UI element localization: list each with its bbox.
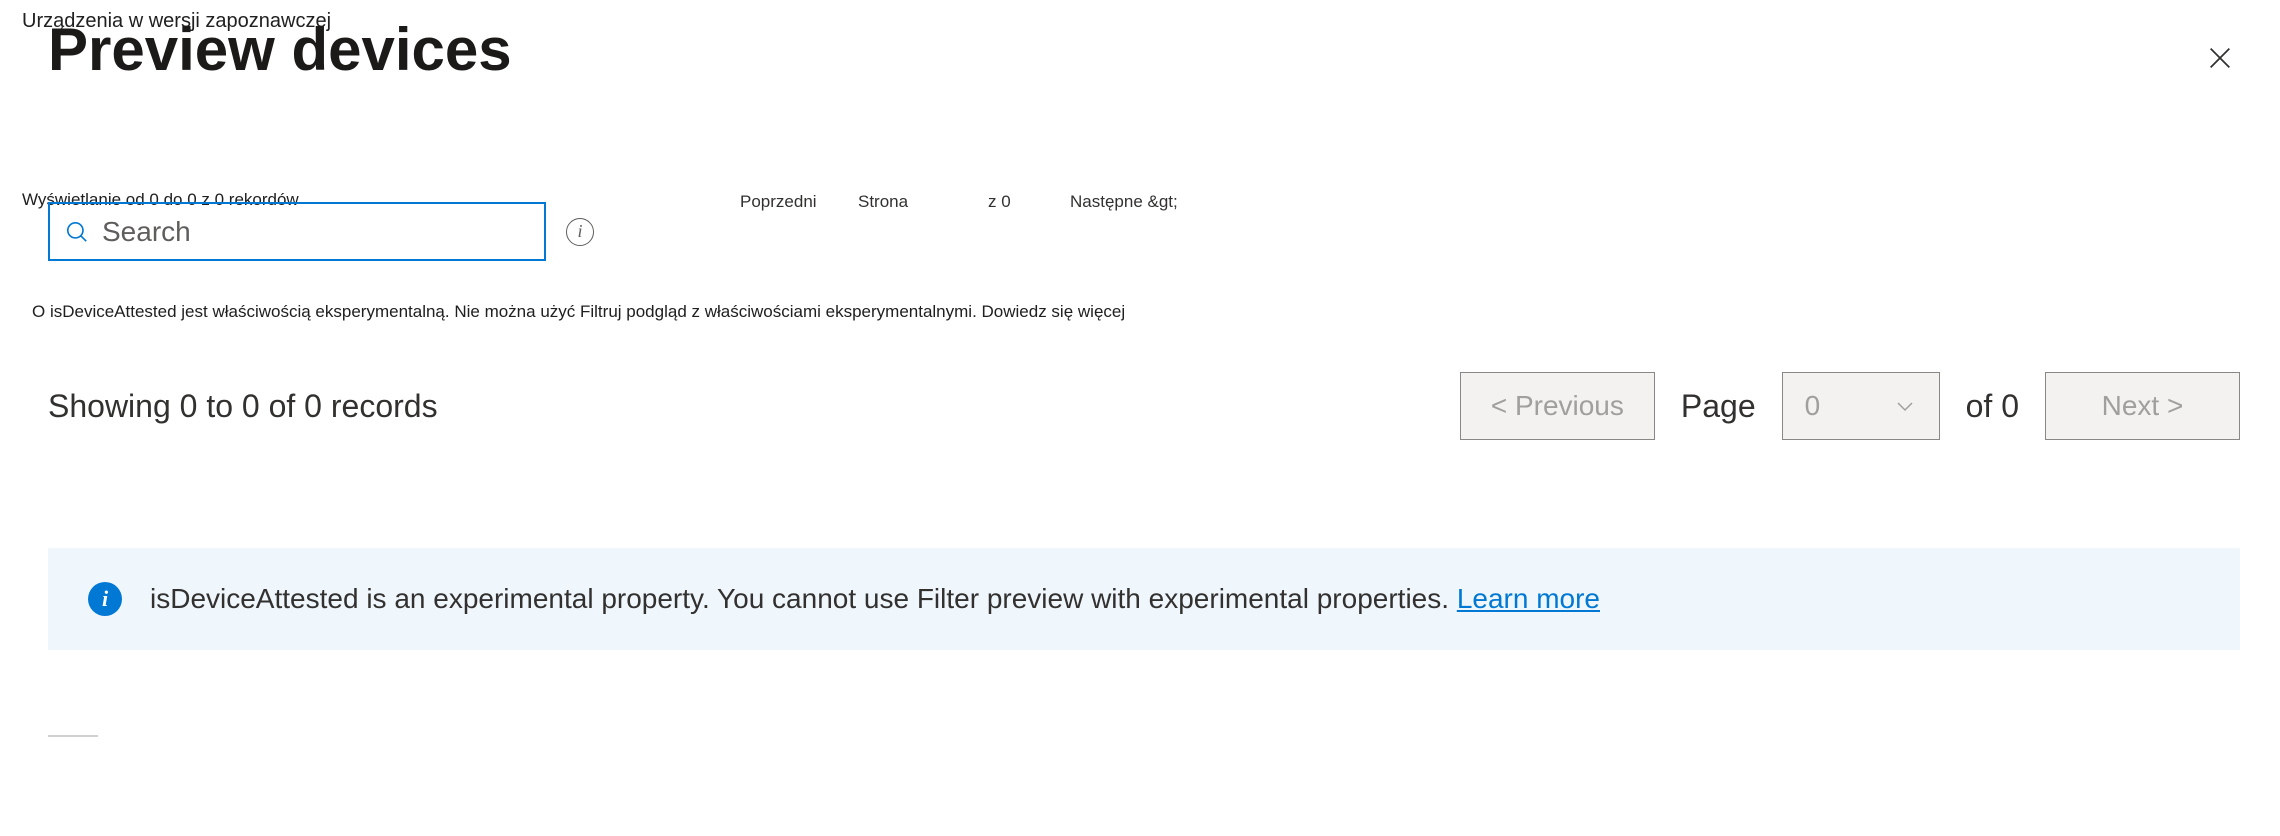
info-icon[interactable]: i bbox=[566, 218, 594, 246]
overlay-prev-pl: Poprzedni bbox=[740, 192, 817, 212]
overlay-next-pl: Następne &gt; bbox=[1070, 192, 1178, 212]
chevron-down-icon bbox=[1893, 394, 1917, 418]
search-input[interactable] bbox=[102, 216, 530, 248]
info-banner-message: isDeviceAttested is an experimental prop… bbox=[150, 583, 1457, 614]
page-label: Page bbox=[1681, 388, 1756, 425]
close-button[interactable] bbox=[2200, 38, 2240, 78]
search-box[interactable] bbox=[48, 202, 546, 261]
info-banner-text: isDeviceAttested is an experimental prop… bbox=[150, 583, 1600, 615]
close-icon bbox=[2206, 44, 2234, 72]
search-icon bbox=[64, 219, 90, 245]
divider bbox=[48, 735, 98, 737]
page-select[interactable]: 0 bbox=[1782, 372, 1940, 440]
pagination: < Previous Page 0 of 0 Next > bbox=[1460, 372, 2240, 440]
previous-button[interactable]: < Previous bbox=[1460, 372, 1655, 440]
page-title: Preview devices bbox=[48, 15, 512, 84]
learn-more-link[interactable]: Learn more bbox=[1457, 583, 1600, 614]
info-banner-icon: i bbox=[88, 582, 122, 616]
overlay-page-pl: Strona bbox=[858, 192, 908, 212]
of-label: of 0 bbox=[1966, 388, 2019, 425]
overlay-of-pl: z 0 bbox=[988, 192, 1011, 212]
next-button[interactable]: Next > bbox=[2045, 372, 2240, 440]
records-count: Showing 0 to 0 of 0 records bbox=[48, 388, 438, 425]
page-select-value: 0 bbox=[1805, 390, 1821, 422]
overlay-experimental-pl: O isDeviceAttested jest właściwością eks… bbox=[32, 302, 1125, 322]
info-banner: i isDeviceAttested is an experimental pr… bbox=[48, 548, 2240, 650]
